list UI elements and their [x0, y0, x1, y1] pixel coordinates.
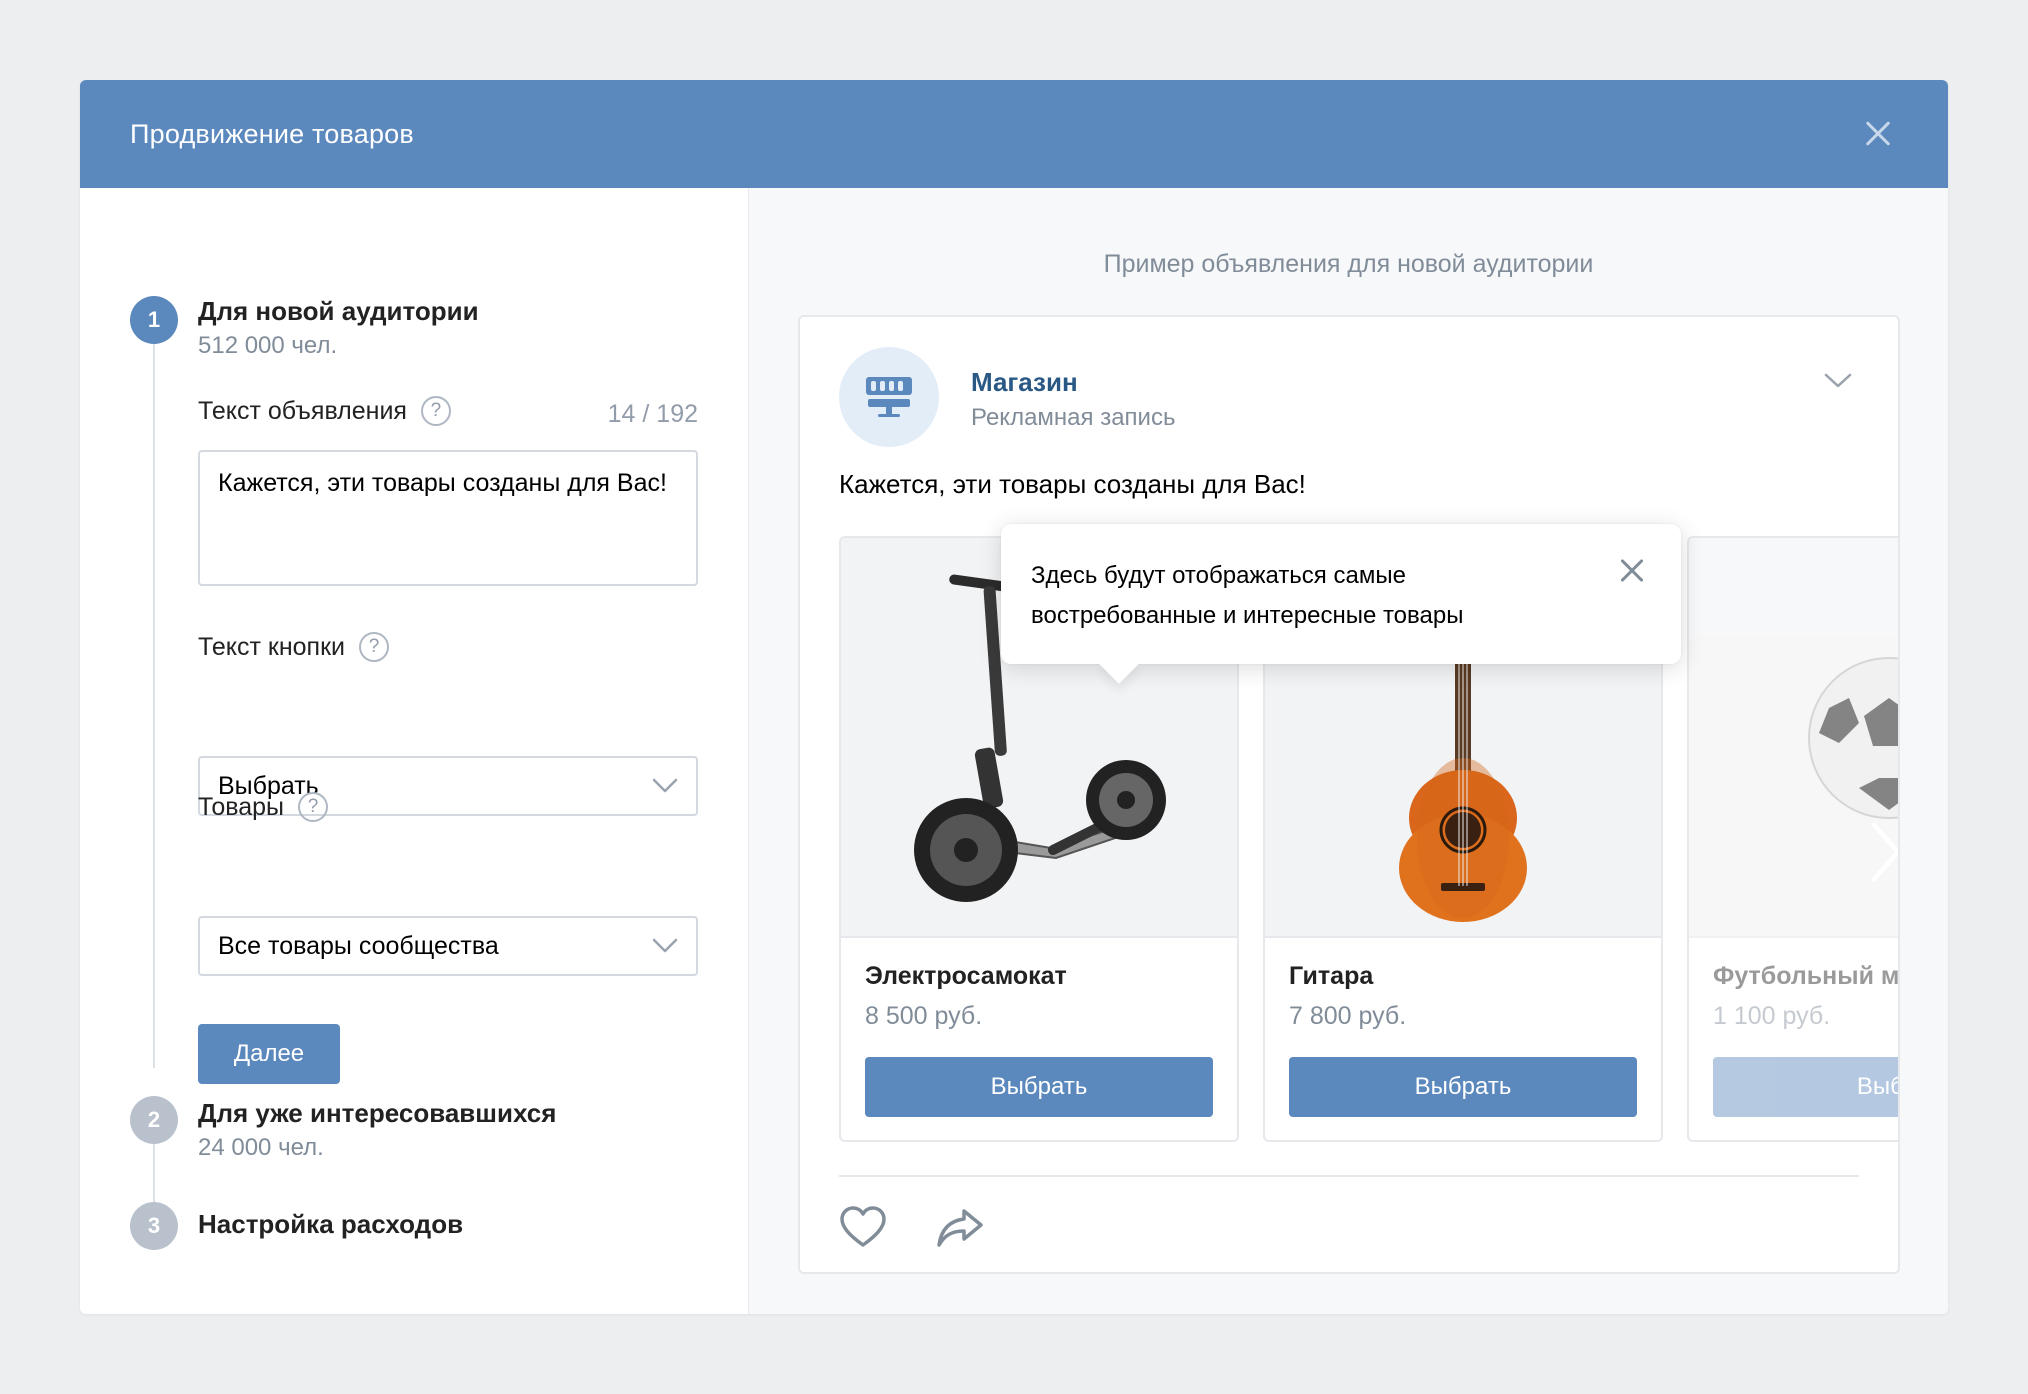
ad-post-preview: Магазин Рекламная запись Кажется, эти то…: [798, 315, 1900, 1274]
step-connector: [153, 1138, 155, 1208]
step-2-audience: 24 000 чел.: [198, 1134, 324, 1161]
button-text-label-text: Текст кнопки: [198, 632, 345, 661]
button-text-label: Текст кнопки ?: [198, 632, 389, 662]
product-name: Электросамокат: [865, 962, 1067, 990]
ad-text-counter: 14 / 192: [607, 400, 698, 428]
promo-modal: Продвижение товаров 1 Для новой аудитори…: [80, 80, 1948, 1314]
help-icon[interactable]: ?: [298, 792, 328, 822]
settings-panel: 1 Для новой аудитории 512 000 чел. Текст…: [80, 188, 749, 1314]
chevron-down-icon: [652, 938, 678, 953]
chevron-down-icon: [652, 778, 678, 793]
ad-text-label: Текст объявления ?: [198, 396, 451, 426]
select-product-button[interactable]: Выбрать: [1289, 1057, 1637, 1117]
close-icon[interactable]: [1858, 114, 1898, 154]
select-product-button[interactable]: Выбрать: [865, 1057, 1213, 1117]
product-price: 7 800 руб.: [1289, 1002, 1407, 1030]
next-button[interactable]: Далее: [198, 1024, 340, 1084]
preview-caption: Пример объявления для новой аудитории: [1103, 250, 1594, 278]
help-icon[interactable]: ?: [358, 632, 389, 662]
preview-panel: Пример объявления для новой аудитории Ма: [749, 188, 1948, 1314]
step-connector: [153, 338, 155, 1068]
tooltip: Здесь будут отображаться самые востребов…: [1001, 524, 1681, 664]
step-1-audience: 512 000 чел.: [198, 332, 338, 359]
tooltip-line-2: востребованные и интересные товары: [1031, 602, 1464, 629]
ad-text-input[interactable]: [198, 450, 698, 586]
post-text: Кажется, эти товары созданы для Вас!: [839, 469, 1306, 499]
share-icon[interactable]: [936, 1205, 984, 1249]
products-select[interactable]: Все товары сообщества: [198, 916, 698, 976]
step-3-title[interactable]: Настройка расходов: [198, 1209, 463, 1240]
product-name: Гитара: [1289, 962, 1374, 990]
step-3-badge[interactable]: 3: [130, 1202, 178, 1250]
tooltip-line-1: Здесь будут отображаться самые: [1031, 562, 1406, 589]
step-2-badge[interactable]: 2: [130, 1096, 178, 1144]
step-1-title: Для новой аудитории: [198, 296, 479, 326]
close-icon[interactable]: [1617, 556, 1647, 586]
chevron-right-icon[interactable]: [1860, 817, 1900, 887]
step-1-badge: 1: [130, 296, 178, 344]
ad-text-label-text: Текст объявления: [198, 396, 407, 425]
step-2-title[interactable]: Для уже интересовавшихся: [198, 1098, 556, 1129]
products-value: Все товары сообщества: [218, 931, 499, 960]
sponsored-label: Рекламная запись: [971, 404, 1176, 431]
chevron-down-icon[interactable]: [1824, 373, 1852, 389]
product-price: 1 100 руб.: [1713, 1002, 1831, 1030]
products-label-text: Товары: [198, 792, 284, 821]
heart-icon[interactable]: [839, 1205, 887, 1249]
product-name: Футбольный м: [1713, 962, 1900, 990]
select-product-button[interactable]: Выбр: [1713, 1057, 1898, 1117]
shop-name-link[interactable]: Магазин: [971, 367, 1078, 398]
divider: [839, 1175, 1859, 1177]
products-label: Товары ?: [198, 792, 328, 822]
shop-icon: [839, 347, 939, 447]
product-price: 8 500 руб.: [865, 1002, 983, 1030]
help-icon[interactable]: ?: [420, 396, 451, 426]
modal-header: Продвижение товаров: [80, 80, 1948, 188]
modal-title: Продвижение товаров: [130, 118, 414, 149]
modal-body: 1 Для новой аудитории 512 000 чел. Текст…: [80, 188, 1948, 1314]
